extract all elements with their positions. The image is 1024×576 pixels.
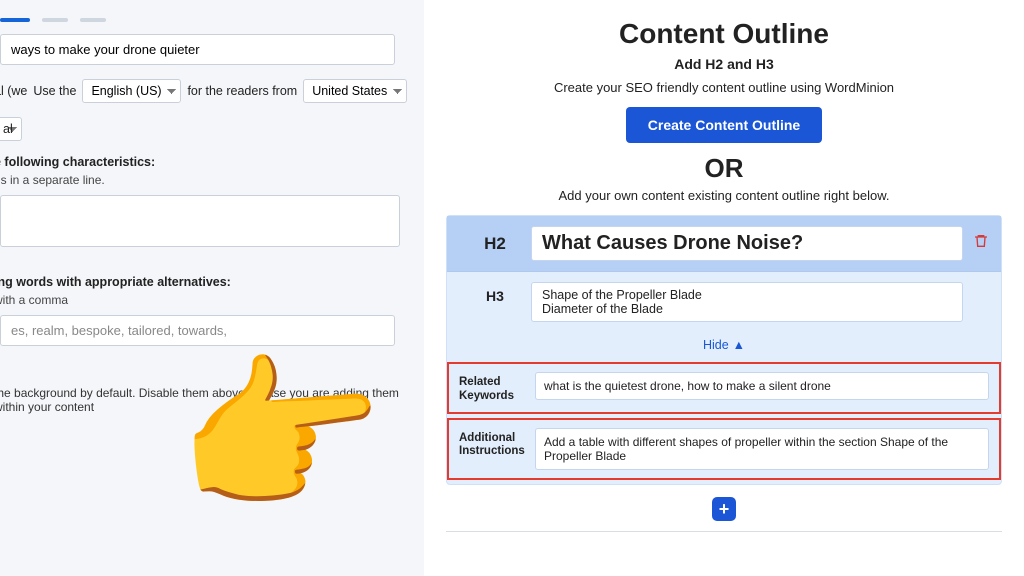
page-title: Content Outline (446, 18, 1002, 50)
alternatives-hint: with a comma (0, 293, 414, 307)
pointing-hand-icon: 👈 (173, 341, 399, 529)
divider (446, 531, 1002, 532)
additional-instructions-input[interactable]: Add a table with different shapes of pro… (535, 428, 989, 470)
page-subtitle: Add H2 and H3 (446, 56, 1002, 72)
or-desc: Add your own content existing content ou… (446, 188, 1002, 203)
tab-1[interactable] (0, 18, 30, 22)
use-the-label: Use the (33, 84, 76, 98)
h2-label: H2 (459, 234, 531, 254)
country-select[interactable]: United States (303, 79, 407, 103)
tab-2[interactable] (42, 18, 68, 22)
related-keywords-label: Related Keywords (459, 372, 535, 404)
chevron-up-icon: ▲ (733, 338, 745, 352)
create-outline-button[interactable]: Create Content Outline (626, 107, 822, 143)
related-keywords-input[interactable]: what is the quietest drone, how to make … (535, 372, 989, 400)
tab-3[interactable] (80, 18, 106, 22)
topic-input[interactable] (0, 34, 395, 65)
readers-from-label: for the readers from (187, 84, 297, 98)
trash-icon[interactable] (973, 233, 989, 254)
h3-label: H3 (459, 282, 531, 304)
alternatives-label: ing words with appropriate alternatives: (0, 275, 414, 289)
characteristics-textarea[interactable] (0, 195, 400, 247)
tone-fragment: al (we (0, 84, 27, 98)
related-keywords-row: Related Keywords what is the quietest dr… (447, 362, 1001, 414)
add-section-button[interactable]: + (712, 497, 736, 521)
page-desc: Create your SEO friendly content outline… (446, 80, 1002, 95)
characteristics-label: e following characteristics: (0, 155, 414, 169)
additional-instructions-row: Additional Instructions Add a table with… (447, 418, 1001, 480)
tag-al[interactable]: al (0, 117, 22, 141)
outline-card: H2 What Causes Drone Noise? H3 Shape of … (446, 215, 1002, 485)
or-label: OR (446, 153, 1002, 184)
hide-toggle[interactable]: Hide▲ (447, 332, 1001, 358)
h3-input[interactable]: Shape of the Propeller Blade Diameter of… (531, 282, 963, 322)
characteristics-hint: ns in a separate line. (0, 173, 414, 187)
h2-input[interactable]: What Causes Drone Noise? (531, 226, 963, 261)
additional-instructions-label: Additional Instructions (459, 428, 535, 460)
language-select[interactable]: English (US) (82, 79, 181, 103)
form-tabs (0, 18, 414, 22)
